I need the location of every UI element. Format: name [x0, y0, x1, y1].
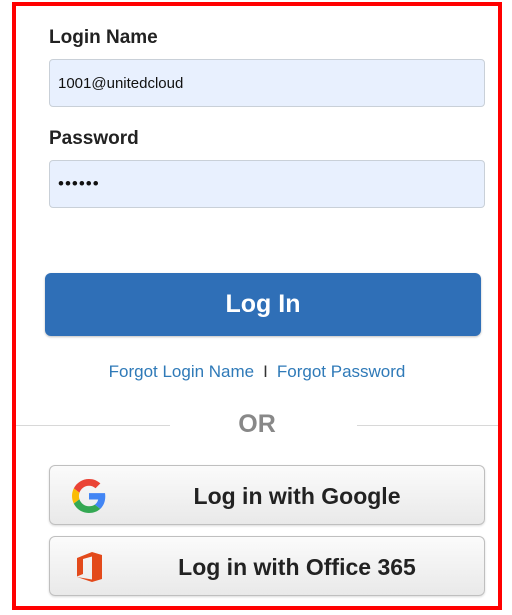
forgot-login-name-link[interactable]: Forgot Login Name — [109, 362, 255, 381]
log-in-button[interactable]: Log In — [45, 273, 481, 336]
password-label: Password — [49, 128, 139, 149]
login-panel: Login Name Password •••••• Log In Forgot… — [12, 2, 502, 610]
google-g-icon — [72, 479, 106, 513]
or-divider-text: OR — [238, 410, 276, 438]
google-login-label: Log in with Google — [193, 483, 401, 509]
password-input[interactable]: •••••• — [49, 160, 485, 208]
login-name-input[interactable] — [49, 59, 485, 107]
office365-login-label: Log in with Office 365 — [178, 554, 416, 580]
office-365-icon — [77, 552, 102, 582]
forgot-links: Forgot Login Name I Forgot Password — [16, 362, 498, 382]
google-login-button[interactable]: Log in with Google — [49, 465, 485, 525]
forgot-password-link[interactable]: Forgot Password — [277, 362, 406, 381]
office365-login-button[interactable]: Log in with Office 365 — [49, 536, 485, 596]
login-name-label: Login Name — [49, 27, 158, 48]
link-separator: I — [263, 362, 268, 381]
